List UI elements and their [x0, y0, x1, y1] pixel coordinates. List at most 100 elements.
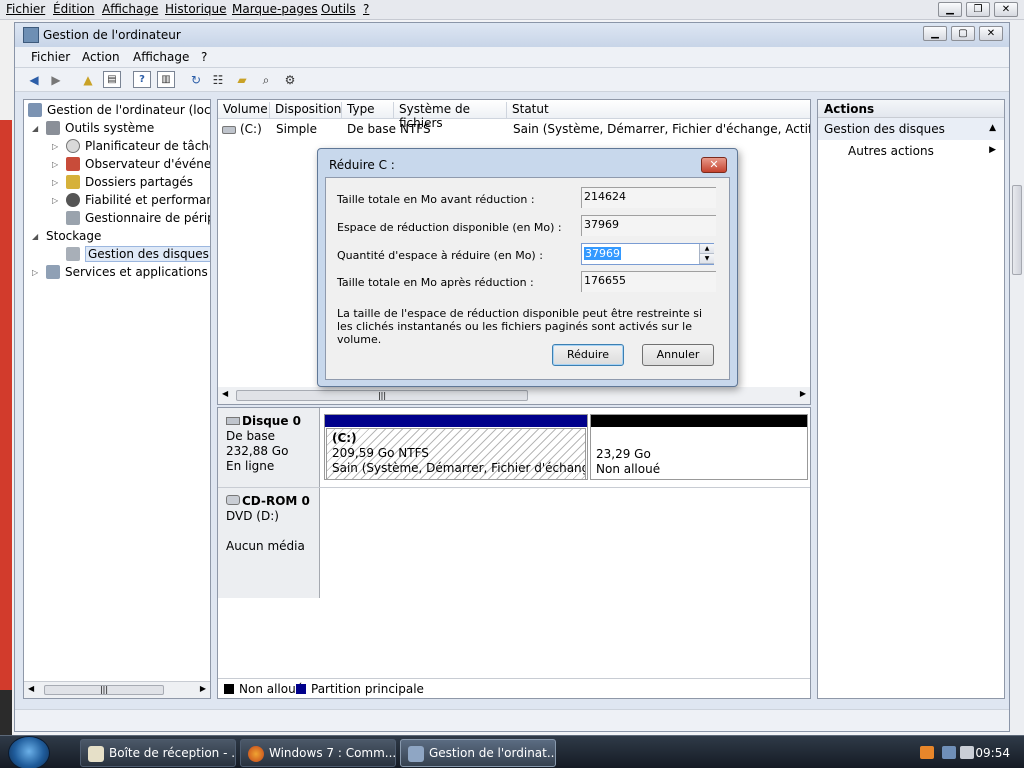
disk-graphical-view: Disque 0 De base 232,88 Go En ligne (C:)…	[217, 407, 811, 699]
tree-item-storage[interactable]: ◢ Stockage	[32, 227, 101, 245]
show-tree-icon[interactable]: ▤	[103, 71, 121, 88]
partition-unallocated[interactable]: 23,29 Go Non alloué	[590, 414, 808, 480]
shrink-button[interactable]: Réduire	[552, 344, 624, 366]
window-close-button[interactable]: ✕	[979, 26, 1003, 41]
window-minimize-button[interactable]: ▁	[923, 26, 947, 41]
hard-disk-icon	[226, 417, 240, 425]
tree-item-disk-management[interactable]: Gestion des disques	[66, 245, 210, 263]
cancel-button[interactable]: Annuler	[642, 344, 714, 366]
help-icon[interactable]: ?	[133, 71, 151, 88]
expand-icon[interactable]: ▷	[52, 160, 62, 169]
menu-help[interactable]: ?	[201, 50, 207, 64]
collapse-icon[interactable]: ◢	[32, 124, 42, 133]
actions-header: Actions	[818, 100, 1004, 118]
scroll-right-icon[interactable]: ▶	[800, 389, 806, 398]
expand-icon[interactable]: ▷	[52, 196, 62, 205]
column-volume[interactable]: Volume	[218, 102, 270, 119]
legend-primary-label: Partition principale	[311, 682, 424, 696]
tree-item-event-viewer[interactable]: ▷Observateur d'événeme	[52, 155, 210, 173]
value-total-after: 176655	[581, 271, 716, 292]
open-folder-icon[interactable]: ▰	[233, 71, 251, 88]
tools-icon	[46, 121, 60, 135]
tree-item-services[interactable]: ▷ Services et applications	[32, 263, 208, 281]
refresh-icon[interactable]: ↻	[187, 71, 205, 88]
volume-scroll-thumb[interactable]: |||	[236, 390, 528, 401]
up-folder-icon[interactable]: ▲	[79, 71, 97, 88]
disk-row-cdrom0[interactable]: CD-ROM 0 DVD (D:) Aucun média	[218, 488, 810, 570]
menu-fichier[interactable]: Fichier	[31, 50, 70, 64]
status-bar	[15, 709, 1009, 731]
tree-horizontal-scrollbar[interactable]: ◀ ||| ▶	[24, 681, 210, 698]
disk-legend: Non alloué Partition principale	[218, 678, 810, 698]
action-pane-icon[interactable]: ▥	[157, 71, 175, 88]
menu-action[interactable]: Action	[82, 50, 120, 64]
column-status[interactable]: Statut	[507, 102, 810, 119]
forward-arrow-icon[interactable]: ▶	[47, 71, 65, 88]
window-menubar: Fichier Action Affichage ?	[15, 47, 1009, 68]
shrink-amount-input[interactable]: 37969	[581, 243, 714, 265]
mail-icon	[88, 746, 104, 762]
tree-item-shared-folders[interactable]: ▷ Dossiers partagés	[52, 173, 193, 191]
browser-menu-affichage[interactable]: Affichage	[102, 2, 158, 16]
taskbar-item-firefox[interactable]: Windows 7 : Comm...	[240, 739, 396, 767]
column-filesystem[interactable]: Système de fichiers	[394, 102, 507, 130]
browser-minimize-button[interactable]: ▁	[938, 2, 962, 17]
tree-scroll-thumb[interactable]: |||	[44, 685, 164, 695]
settings-icon[interactable]: ⚙	[281, 71, 299, 88]
menu-affichage[interactable]: Affichage	[133, 50, 189, 64]
expand-icon[interactable]: ▷	[32, 268, 42, 277]
expand-icon[interactable]: ▷	[52, 142, 62, 151]
computer-management-icon	[408, 746, 424, 762]
partition-c[interactable]: (C:) 209,59 Go NTFS Sain (Système, Démar…	[324, 414, 588, 480]
back-arrow-icon[interactable]: ◀	[25, 71, 43, 88]
page-scrollbar[interactable]	[1010, 20, 1024, 735]
column-layout[interactable]: Disposition	[270, 102, 342, 119]
browser-menu-marque-pages[interactable]: Marque-pages	[232, 2, 318, 16]
scroll-left-icon[interactable]: ◀	[28, 684, 34, 693]
disk0-label: Disque 0 De base 232,88 Go En ligne	[218, 408, 320, 487]
tray-app-icon[interactable]	[920, 746, 934, 759]
tree-item-reliability[interactable]: ▷Fiabilité et performance	[52, 191, 210, 209]
start-button[interactable]	[8, 736, 50, 768]
scroll-right-icon[interactable]: ▶	[200, 684, 206, 693]
volume-icon[interactable]	[960, 746, 974, 759]
browser-menu-edition[interactable]: Édition	[53, 2, 95, 16]
action-more-actions[interactable]: Autres actions ▶	[818, 140, 1004, 162]
tree-item-root[interactable]: Gestion de l'ordinateur (local)	[28, 101, 210, 119]
performance-icon	[66, 193, 80, 207]
tree-item-device-manager[interactable]: Gestionnaire de périphé	[66, 209, 210, 227]
browser-menu-outils[interactable]: Outils	[321, 2, 356, 16]
actions-section-disk-management[interactable]: Gestion des disques ▲	[818, 118, 1004, 140]
dialog-note: La taille de l'espace de réduction dispo…	[337, 307, 703, 346]
browser-restore-button[interactable]: ❐	[966, 2, 990, 17]
expand-icon[interactable]: ▷	[52, 178, 62, 187]
search-icon[interactable]: ⌕	[257, 71, 275, 88]
page-scroll-thumb[interactable]	[1012, 185, 1022, 275]
column-type[interactable]: Type	[342, 102, 394, 119]
volume-horizontal-scrollbar[interactable]: ◀ ||| ▶	[218, 387, 810, 404]
browser-menu-help[interactable]: ?	[363, 2, 369, 16]
collapse-up-icon[interactable]: ▲	[989, 123, 996, 133]
tree-item-system-tools[interactable]: ◢ Outils système	[32, 119, 154, 137]
spin-up-icon[interactable]: ▲	[700, 244, 714, 254]
network-icon[interactable]	[942, 746, 956, 759]
taskbar-item-computer-management[interactable]: Gestion de l'ordinat...	[400, 739, 556, 767]
properties-icon[interactable]: ☷	[209, 71, 227, 88]
shrink-amount-stepper[interactable]: ▲ ▼	[699, 244, 714, 264]
disk-row-disk0[interactable]: Disque 0 De base 232,88 Go En ligne (C:)…	[218, 408, 810, 488]
taskbar-item-inbox[interactable]: Boîte de réception - ...	[80, 739, 236, 767]
scroll-left-icon[interactable]: ◀	[222, 389, 228, 398]
browser-menu-fichier[interactable]: Fichier	[6, 2, 45, 16]
browser-menu-historique[interactable]: Historique	[165, 2, 227, 16]
firefox-icon	[248, 746, 264, 762]
clock[interactable]: 09:54	[975, 746, 1010, 760]
dialog-body: Taille totale en Mo avant réduction : 21…	[325, 177, 730, 380]
shrink-dialog: Réduire C : ✕ Taille totale en Mo avant …	[317, 148, 738, 387]
tree-item-task-scheduler[interactable]: ▷ Planificateur de tâches	[52, 137, 210, 155]
window-maximize-button[interactable]: ▢	[951, 26, 975, 41]
dialog-title: Réduire C :	[329, 158, 395, 172]
browser-close-button[interactable]: ✕	[994, 2, 1018, 17]
collapse-icon[interactable]: ◢	[32, 232, 42, 241]
spin-down-icon[interactable]: ▼	[700, 254, 714, 264]
dialog-close-button[interactable]: ✕	[701, 157, 727, 173]
